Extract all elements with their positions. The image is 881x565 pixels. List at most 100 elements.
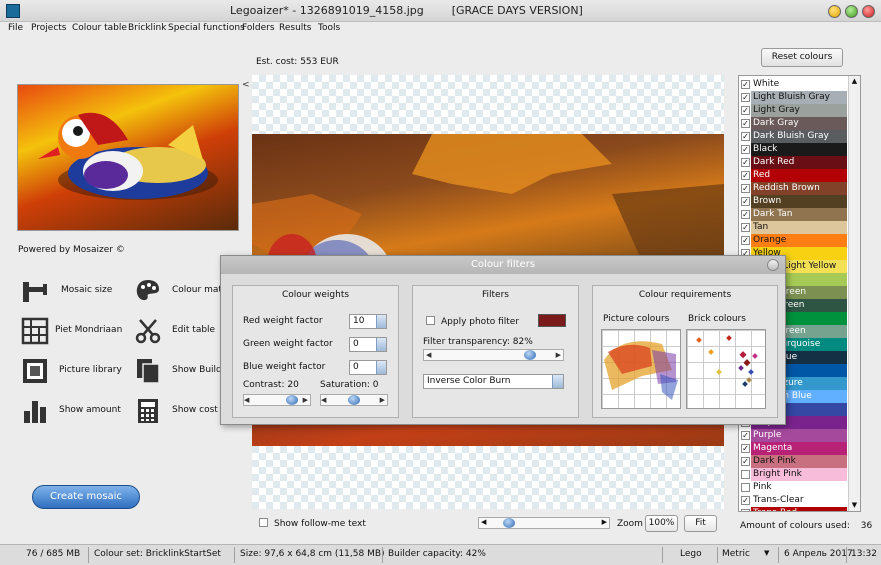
colour-row[interactable]: ✓Trans-Red xyxy=(739,507,849,511)
colour-row[interactable]: ✓ Trans-Clear xyxy=(739,494,849,507)
colour-checkbox[interactable]: ✓ xyxy=(741,106,750,115)
filter-transparency-thumb[interactable] xyxy=(523,350,536,360)
close-button[interactable] xyxy=(862,5,875,18)
follow-me-option[interactable]: Show follow-me text xyxy=(259,518,366,529)
menu-file[interactable]: File xyxy=(8,23,23,33)
fit-button[interactable]: Fit xyxy=(684,515,717,532)
status-memory: 76 / 685 MB xyxy=(26,549,81,559)
colour-row[interactable]: Pink xyxy=(739,481,849,494)
powered-by-text: Powered by Mosaizer © xyxy=(18,245,125,255)
menu-bricklink[interactable]: Bricklink xyxy=(128,23,166,33)
status-unit-select[interactable]: Metric ▼ xyxy=(722,549,772,559)
piet-mondriaan-label: Piet Mondriaan xyxy=(55,325,123,335)
blue-weight-spinner[interactable]: 0 xyxy=(349,360,387,375)
colour-checkbox[interactable]: ✓ xyxy=(741,184,750,193)
minimize-button[interactable] xyxy=(828,5,841,18)
reset-colours-button[interactable]: Reset colours xyxy=(761,48,843,67)
apply-photo-filter-option[interactable]: Apply photo filter xyxy=(426,316,519,327)
saturation-slider-thumb[interactable] xyxy=(348,395,360,405)
red-weight-spinner[interactable]: 10 xyxy=(349,314,387,329)
colour-row[interactable]: ✓ Dark Tan xyxy=(739,208,849,221)
blue-weight-value: 0 xyxy=(353,362,359,372)
spinner-arrows-icon[interactable] xyxy=(376,338,386,351)
calculator-icon xyxy=(138,399,158,423)
colour-row[interactable]: ✓ Light Gray xyxy=(739,104,849,117)
colour-weights-title: Colour weights xyxy=(281,290,350,300)
menu-results[interactable]: Results xyxy=(279,23,312,33)
contrast-slider[interactable]: ◀ ▶ xyxy=(243,394,311,406)
colour-row[interactable]: ✓ Black xyxy=(739,143,849,156)
colour-row[interactable]: ✓ Dark Bluish Gray xyxy=(739,130,849,143)
spinner-arrows-icon[interactable] xyxy=(376,315,386,328)
menu-folders[interactable]: Folders xyxy=(242,23,275,33)
colour-checkbox[interactable]: ✓ xyxy=(741,93,750,102)
red-weight-value: 10 xyxy=(353,316,365,326)
zoom-value-button[interactable]: 100% xyxy=(645,515,678,532)
colour-checkbox[interactable] xyxy=(741,483,750,492)
collapse-panel-arrow[interactable]: < xyxy=(242,80,250,90)
scroll-down-icon[interactable]: ▼ xyxy=(850,501,859,510)
colour-checkbox[interactable]: ✓ xyxy=(741,431,750,440)
colour-checkbox[interactable]: ✓ xyxy=(741,119,750,128)
mondriaan-grid-icon xyxy=(21,317,49,345)
maximize-button[interactable] xyxy=(845,5,858,18)
colour-checkbox[interactable] xyxy=(741,470,750,479)
zoom-slider[interactable]: ◀ ▶ xyxy=(478,517,610,529)
status-size: Size: 97,6 x 64,8 cm (11,58 MB) xyxy=(240,549,385,559)
colour-row[interactable]: ✓ Dark Pink xyxy=(739,455,849,468)
colour-name: Dark Tan xyxy=(753,209,793,219)
menu-projects[interactable]: Projects xyxy=(31,23,66,33)
colour-checkbox[interactable]: ✓ xyxy=(741,145,750,154)
colour-row[interactable]: ✓ White xyxy=(739,78,849,91)
zoom-right-arrow-icon[interactable]: ▶ xyxy=(602,518,607,526)
colour-row[interactable]: ✓ Dark Gray xyxy=(739,117,849,130)
colour-checkbox[interactable]: ✓ xyxy=(741,197,750,206)
spinner-arrows-icon[interactable] xyxy=(376,361,386,374)
create-mosaic-button[interactable]: Create mosaic xyxy=(32,485,140,509)
colour-checkbox[interactable]: ✓ xyxy=(741,210,750,219)
colour-checkbox[interactable]: ✓ xyxy=(741,171,750,180)
colour-checkbox[interactable]: ✓ xyxy=(741,80,750,89)
zoom-label: Zoom xyxy=(617,519,643,529)
follow-me-checkbox[interactable] xyxy=(259,518,268,527)
menu-special-functions[interactable]: Special functions xyxy=(168,23,245,33)
colour-row[interactable]: ✓ Brown xyxy=(739,195,849,208)
contrast-slider-thumb[interactable] xyxy=(286,395,298,405)
colour-row[interactable]: ✓ Red xyxy=(739,169,849,182)
colour-checkbox[interactable]: ✓ xyxy=(741,457,750,466)
select-arrow-icon[interactable] xyxy=(552,375,563,388)
colour-row[interactable]: ✓ Magenta xyxy=(739,442,849,455)
zoom-left-arrow-icon[interactable]: ◀ xyxy=(481,518,486,526)
apply-photo-filter-checkbox[interactable] xyxy=(426,316,435,325)
colour-row[interactable]: Bright Pink xyxy=(739,468,849,481)
colour-checkbox[interactable]: ✓ xyxy=(741,509,750,511)
colour-checkbox[interactable]: ✓ xyxy=(741,236,750,245)
filter-colour-swatch[interactable] xyxy=(538,314,566,327)
dialog-close-button[interactable] xyxy=(767,259,779,271)
colour-requirements-group: Colour requirements Picture colours Bric… xyxy=(592,285,778,418)
colour-row[interactable]: ✓ Dark Red xyxy=(739,156,849,169)
scroll-up-icon[interactable]: ▲ xyxy=(850,77,859,86)
saturation-label: Saturation: 0 xyxy=(320,380,379,390)
colour-row[interactable]: ✓ Tan xyxy=(739,221,849,234)
colour-row[interactable]: ✓ Reddish Brown xyxy=(739,182,849,195)
colour-checkbox[interactable]: ✓ xyxy=(741,496,750,505)
saturation-slider[interactable]: ◀ ▶ xyxy=(320,394,388,406)
filter-transparency-slider[interactable]: ◀ ▶ xyxy=(423,349,564,361)
menu-tools[interactable]: Tools xyxy=(318,23,340,33)
colour-row[interactable]: ✓ Orange xyxy=(739,234,849,247)
colour-checkbox[interactable]: ✓ xyxy=(741,444,750,453)
colour-checkbox[interactable]: ✓ xyxy=(741,132,750,141)
status-unit: Metric xyxy=(722,549,750,559)
brick-colours-scatter xyxy=(696,335,758,387)
menu-colour-table[interactable]: Colour table xyxy=(72,23,127,33)
blend-mode-select[interactable]: Inverse Color Burn xyxy=(423,374,564,389)
colour-checkbox[interactable]: ✓ xyxy=(741,223,750,232)
colour-row[interactable]: ✓Purple xyxy=(739,429,849,442)
colour-row[interactable]: ✓ Light Bluish Gray xyxy=(739,91,849,104)
colour-checkbox[interactable]: ✓ xyxy=(741,158,750,167)
green-weight-spinner[interactable]: 0 xyxy=(349,337,387,352)
colour-list-scrollbar[interactable]: ▲ ▼ xyxy=(848,76,860,511)
zoom-slider-thumb[interactable] xyxy=(503,518,515,528)
picture-library-label: Picture library xyxy=(59,365,122,375)
